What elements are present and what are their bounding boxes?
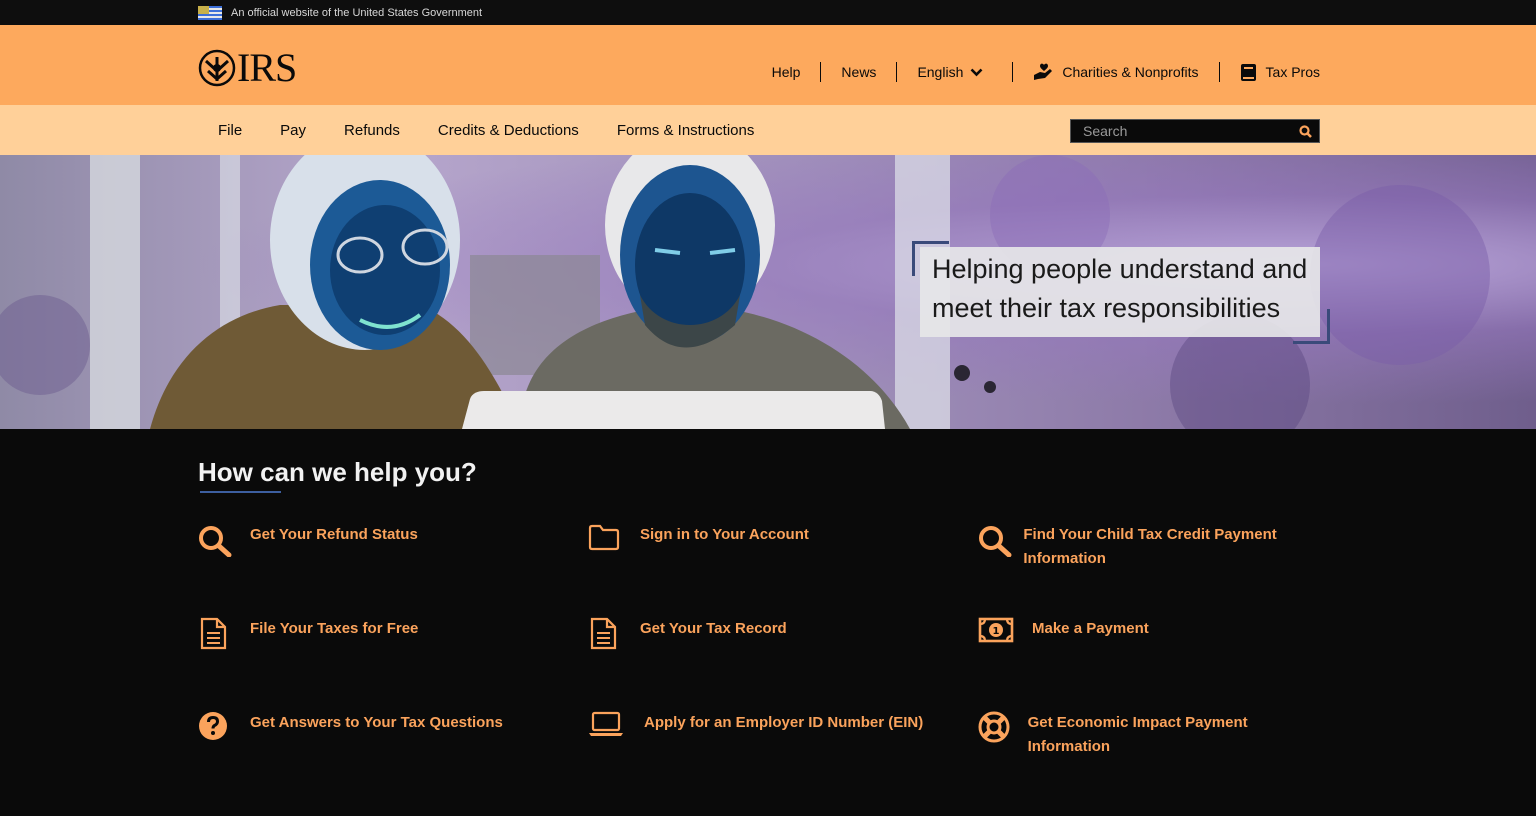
- help-link-file-free[interactable]: File Your Taxes for Free: [198, 617, 588, 711]
- help-link-label[interactable]: Find Your Child Tax Credit Payment Infor…: [1023, 523, 1320, 571]
- book-icon: [1240, 63, 1256, 81]
- main-nav: File Pay Refunds Credits & Deductions Fo…: [0, 105, 1536, 155]
- nav-forms-instructions[interactable]: Forms & Instructions: [598, 122, 774, 139]
- help-link-tax-record[interactable]: Get Your Tax Record: [588, 617, 978, 711]
- search-icon: [199, 526, 232, 557]
- util-charities-label: Charities & Nonprofits: [1062, 64, 1199, 80]
- help-title: How can we help you?: [198, 457, 477, 487]
- nav-refunds[interactable]: Refunds: [325, 122, 419, 139]
- util-tax-pros-label: Tax Pros: [1265, 64, 1320, 80]
- search-button[interactable]: [1291, 120, 1319, 142]
- utility-nav: Help News English Charities & Nonprofits: [752, 62, 1320, 82]
- irs-logo[interactable]: IRS: [198, 45, 297, 90]
- search-box: [1070, 119, 1320, 143]
- help-link-label[interactable]: Get Economic Impact Payment Information: [1028, 711, 1320, 759]
- gov-banner: An official website of the United States…: [0, 0, 1536, 25]
- help-link-label[interactable]: Apply for an Employer ID Number (EIN): [644, 711, 923, 735]
- help-section: How can we help you? Get Your Refund Sta…: [0, 429, 1536, 805]
- help-link-economic-impact[interactable]: Get Economic Impact Payment Information: [978, 711, 1320, 805]
- document-icon: [200, 617, 227, 650]
- site-header: IRS Help News English Charities & Nonpro…: [0, 25, 1536, 105]
- question-circle-icon: [199, 712, 227, 740]
- nav-pay[interactable]: Pay: [261, 122, 325, 139]
- logo-text: IRS: [237, 45, 297, 90]
- us-flag-icon: [198, 5, 222, 20]
- util-link-help[interactable]: Help: [752, 62, 821, 82]
- nav-file[interactable]: File: [199, 122, 261, 139]
- eagle-logo-icon: [198, 49, 236, 87]
- util-link-tax-pros[interactable]: Tax Pros: [1218, 62, 1320, 82]
- help-link-tax-questions[interactable]: Get Answers to Your Tax Questions: [198, 711, 588, 805]
- life-ring-icon: [978, 711, 1010, 743]
- search-icon: [979, 526, 1012, 557]
- help-link-child-tax-credit[interactable]: Find Your Child Tax Credit Payment Infor…: [978, 523, 1320, 617]
- help-link-label[interactable]: Sign in to Your Account: [640, 523, 809, 547]
- hero-line-1: Helping people understand and: [932, 254, 1308, 284]
- help-link-label[interactable]: File Your Taxes for Free: [250, 617, 418, 641]
- help-link-label[interactable]: Get Your Refund Status: [250, 523, 418, 547]
- svg-text:1: 1: [993, 626, 1000, 637]
- help-link-label[interactable]: Get Your Tax Record: [640, 617, 787, 641]
- help-links-grid: Get Your Refund Status Sign in to Your A…: [198, 523, 1320, 805]
- hand-heart-icon: [1034, 63, 1053, 80]
- callout-bracket-bottom-right: [1293, 309, 1330, 344]
- search-input[interactable]: [1071, 123, 1291, 139]
- util-news-label: News: [841, 64, 877, 80]
- gov-banner-text: An official website of the United States…: [231, 6, 483, 19]
- help-link-make-payment[interactable]: 1 Make a Payment: [978, 617, 1320, 711]
- help-link-label[interactable]: Get Answers to Your Tax Questions: [250, 711, 503, 735]
- help-link-refund-status[interactable]: Get Your Refund Status: [198, 523, 588, 617]
- document-icon: [590, 617, 617, 650]
- help-link-ein[interactable]: Apply for an Employer ID Number (EIN): [588, 711, 978, 805]
- money-bill-icon: 1: [978, 617, 1014, 643]
- help-link-label[interactable]: Make a Payment: [1032, 617, 1149, 641]
- laptop-icon: [589, 711, 623, 736]
- help-link-sign-in[interactable]: Sign in to Your Account: [588, 523, 978, 617]
- util-help-label: Help: [771, 64, 801, 80]
- hero-banner: Helping people understand and meet their…: [0, 155, 1536, 429]
- folder-icon: [588, 524, 620, 551]
- nav-credits-deductions[interactable]: Credits & Deductions: [419, 122, 598, 139]
- hero-callout: Helping people understand and meet their…: [920, 247, 1320, 337]
- util-link-news[interactable]: News: [820, 62, 896, 82]
- help-title-underline: [200, 491, 281, 493]
- language-selector[interactable]: English: [896, 62, 1012, 82]
- hero-line-2: meet their tax responsibilities: [932, 293, 1281, 323]
- util-link-charities[interactable]: Charities & Nonprofits: [1012, 62, 1218, 82]
- search-icon: [1298, 124, 1312, 138]
- chevron-down-icon: [970, 68, 983, 76]
- language-label: English: [917, 64, 964, 80]
